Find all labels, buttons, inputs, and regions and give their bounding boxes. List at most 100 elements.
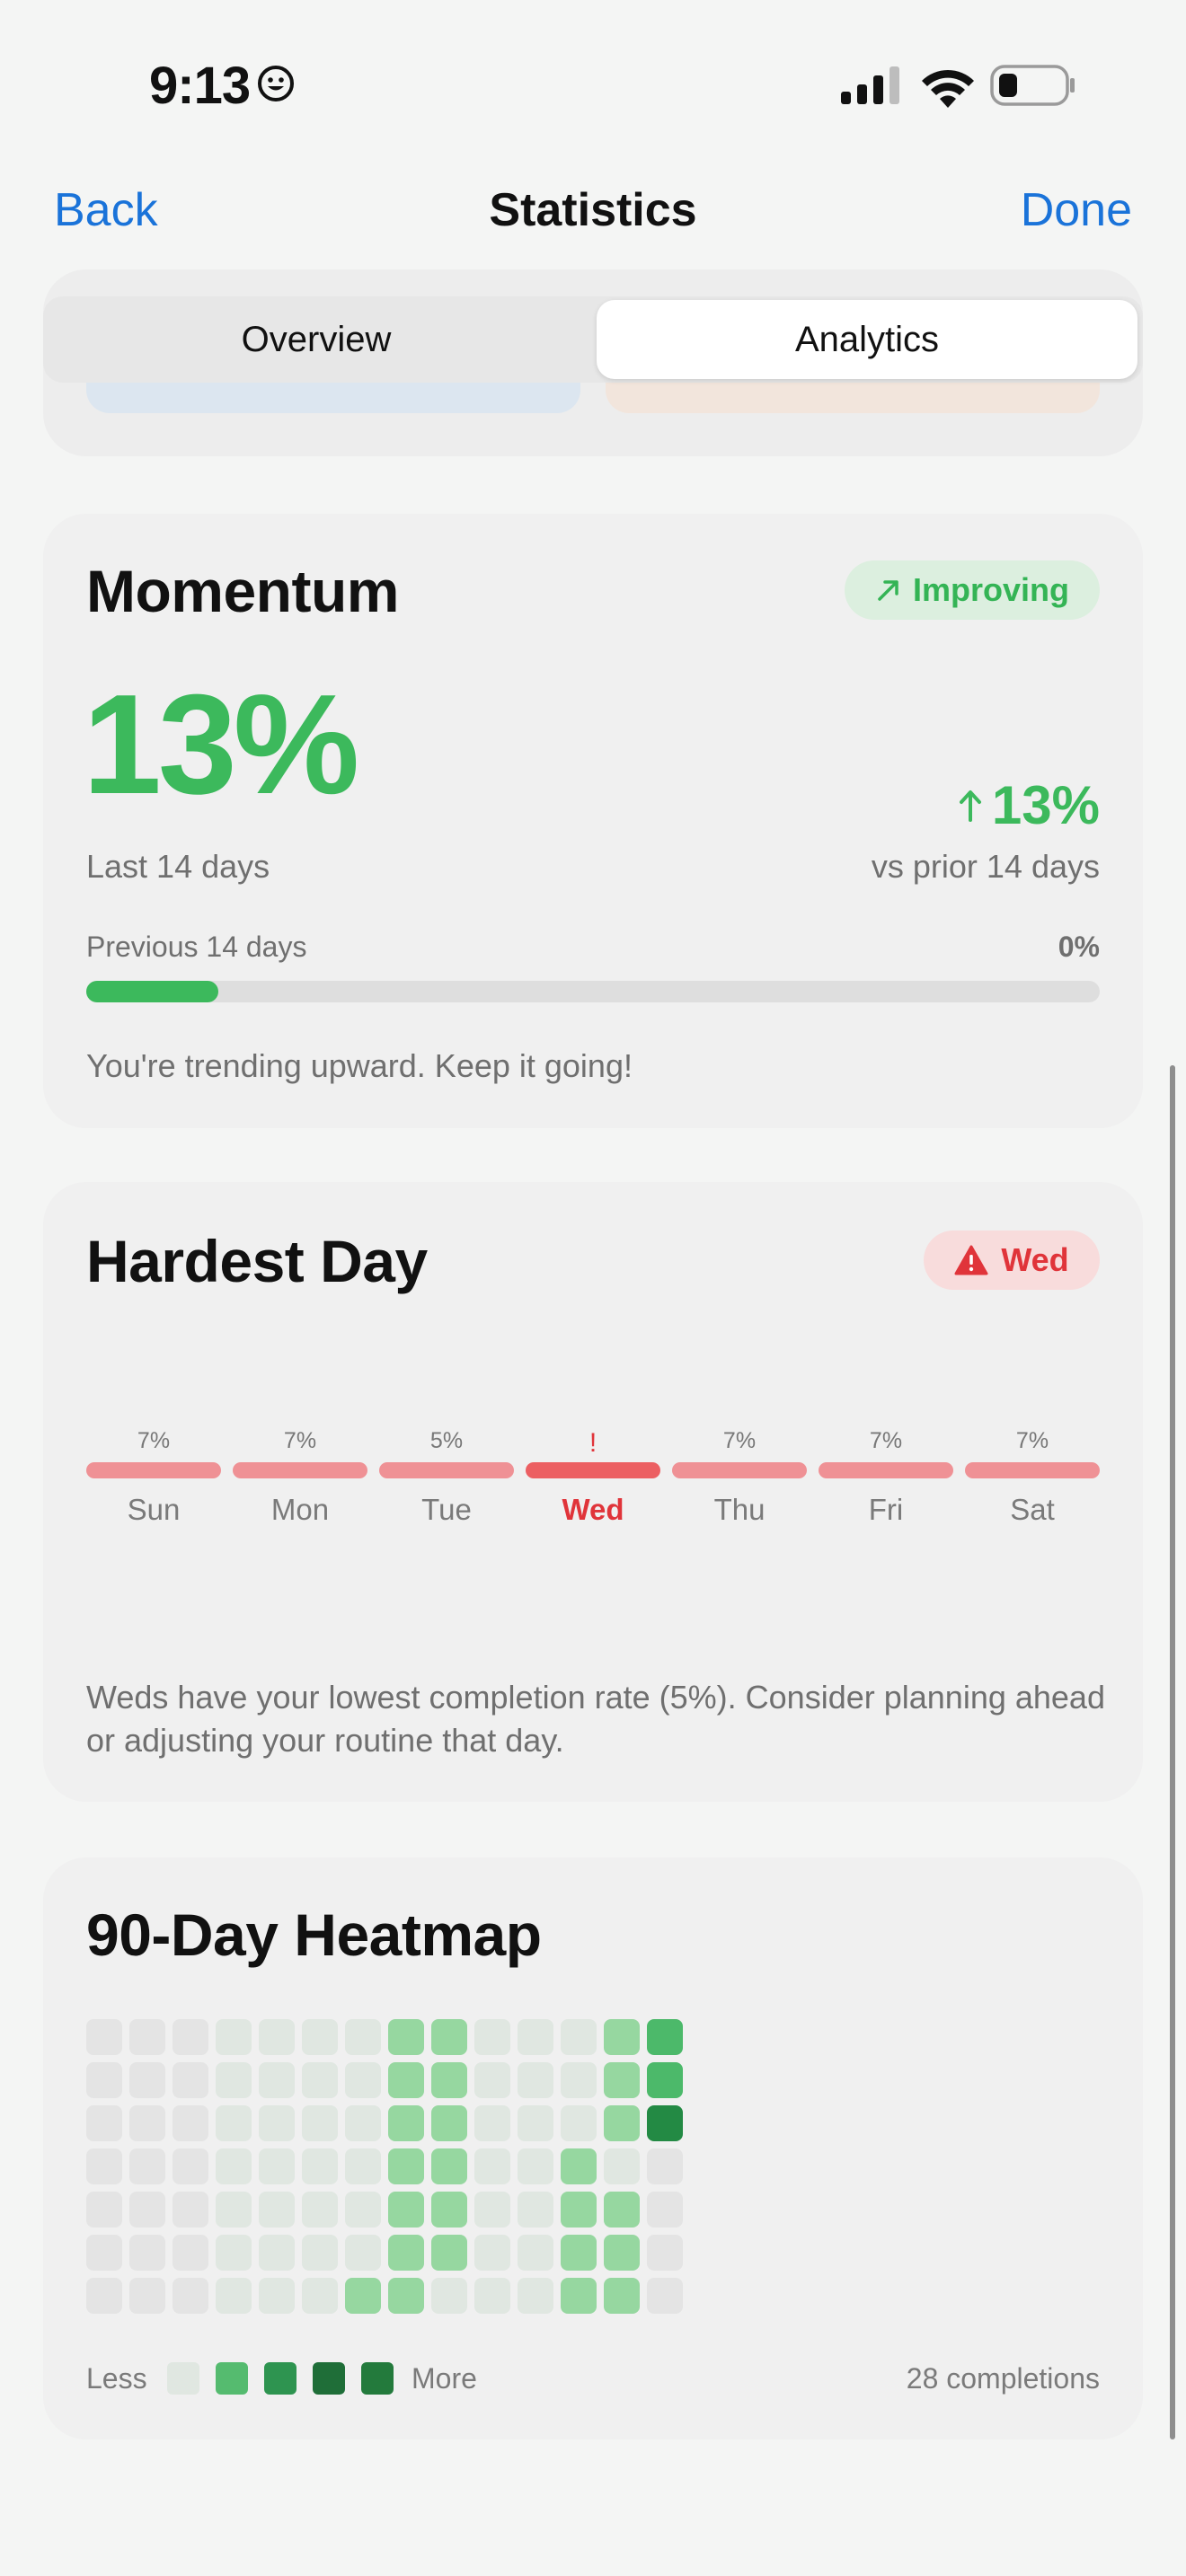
heatmap-cell [604,2192,640,2228]
heatmap-cell [173,2148,208,2184]
heatmap-cell [302,2062,338,2098]
heatmap-cell [302,2235,338,2271]
heatmap-cell [173,2019,208,2055]
day-pct-label: 5% [429,1428,464,1453]
day-name-label: Sun [127,1493,181,1526]
heatmap-cell [518,2235,553,2271]
heatmap-cell [259,2235,295,2271]
heatmap-cell [647,2235,683,2271]
heatmap-cell [561,2105,597,2141]
legend-swatch [264,2362,296,2395]
momentum-delta: 13% [958,774,1100,836]
heatmap-cell [474,2278,510,2314]
heatmap-cell [259,2062,295,2098]
heatmap-cell [561,2192,597,2228]
heatmap-cell [604,2235,640,2271]
tab-overview[interactable]: Overview [43,296,589,383]
day-bar [819,1462,953,1478]
heatmap-cell [86,2019,122,2055]
day-pct-label: 7% [722,1428,757,1453]
day-pct-label: 7% [1015,1428,1049,1453]
day-name-label: Fri [868,1493,904,1526]
heatmap-cell [561,2235,597,2271]
improving-badge: Improving [845,560,1100,620]
momentum-delta-label: vs prior 14 days [871,848,1100,885]
heatmap-cell [474,2062,510,2098]
day-name-label: Sat [1010,1493,1055,1526]
heatmap-cell [86,2105,122,2141]
heatmap-cell [129,2235,165,2271]
heatmap-cell [302,2278,338,2314]
battery-icon [990,65,1075,106]
day-bar [672,1462,807,1478]
heatmap-cell [647,2019,683,2055]
heatmap-cell [86,2235,122,2271]
heatmap-cell [474,2235,510,2271]
day-bar [379,1462,514,1478]
day-column-sat: 7% Sat [965,1428,1100,1527]
cellular-signal-icon [841,66,899,104]
heatmap-cell [173,2105,208,2141]
heatmap-cell [431,2278,467,2314]
heatmap-cell [474,2105,510,2141]
day-bar [526,1462,660,1478]
day-name-label: Thu [713,1493,766,1526]
legend-swatch [167,2362,199,2395]
heatmap-cell [302,2192,338,2228]
done-button[interactable]: Done [1021,183,1132,237]
heatmap-cell [518,2062,553,2098]
heatmap-cell [474,2192,510,2228]
day-name-label: Wed [562,1493,624,1526]
heatmap-cell [129,2019,165,2055]
completions-count: 28 completions [906,2362,1100,2395]
momentum-delta-value: 13% [991,775,1100,835]
heatmap-cell [518,2148,553,2184]
heatmap-cell [431,2235,467,2271]
day-column-tue: 5% Tue [379,1428,514,1527]
heatmap-cell [259,2105,295,2141]
heatmap-cell [345,2235,381,2271]
legend-swatch [216,2362,248,2395]
hardest-day-note: Weds have your lowest completion rate (5… [86,1679,1105,1759]
heatmap-cell [302,2019,338,2055]
heatmap-cell [173,2235,208,2271]
heatmap-cell [345,2278,381,2314]
previous-period-value: 0% [1058,931,1100,963]
heatmap-cell [129,2148,165,2184]
scrollbar[interactable] [1170,1065,1175,2439]
trend-up-arrow-icon [878,580,898,601]
heatmap-cell [518,2192,553,2228]
heatmap-cell [518,2019,553,2055]
day-column-fri: 7% Fri [819,1428,953,1527]
momentum-progress-fill [86,981,218,1002]
hardest-day-badge-label: Wed [1001,1241,1069,1278]
heatmap-cell [345,2192,381,2228]
previous-period-label: Previous 14 days [86,931,307,963]
heatmap-cell [86,2278,122,2314]
heatmap-title: 90-Day Heatmap [86,1901,542,1968]
momentum-value: 13% [83,666,359,824]
heatmap-cell [302,2148,338,2184]
momentum-progress-track [86,981,1100,1002]
hardest-day-badge: Wed [924,1231,1100,1290]
heatmap-cell [604,2278,640,2314]
heatmap-cell [431,2062,467,2098]
heatmap-cell [604,2062,640,2098]
heatmap-cell [647,2062,683,2098]
heatmap-cell [129,2192,165,2228]
day-bar [965,1462,1100,1478]
heatmap-cell [647,2148,683,2184]
heatmap-cell [561,2278,597,2314]
heatmap-cell [129,2062,165,2098]
heatmap-cell [647,2278,683,2314]
tab-analytics[interactable]: Analytics [597,300,1137,379]
day-name-label: Tue [421,1493,472,1526]
heatmap-cell [431,2105,467,2141]
day-pct-label: ! [589,1428,597,1458]
heatmap-cell [604,2105,640,2141]
day-pct-label: 7% [869,1428,903,1453]
legend-swatch [361,2362,394,2395]
day-column-wed: ! Wed [526,1428,660,1527]
heatmap-cell [216,2235,252,2271]
heatmap-cell [216,2105,252,2141]
